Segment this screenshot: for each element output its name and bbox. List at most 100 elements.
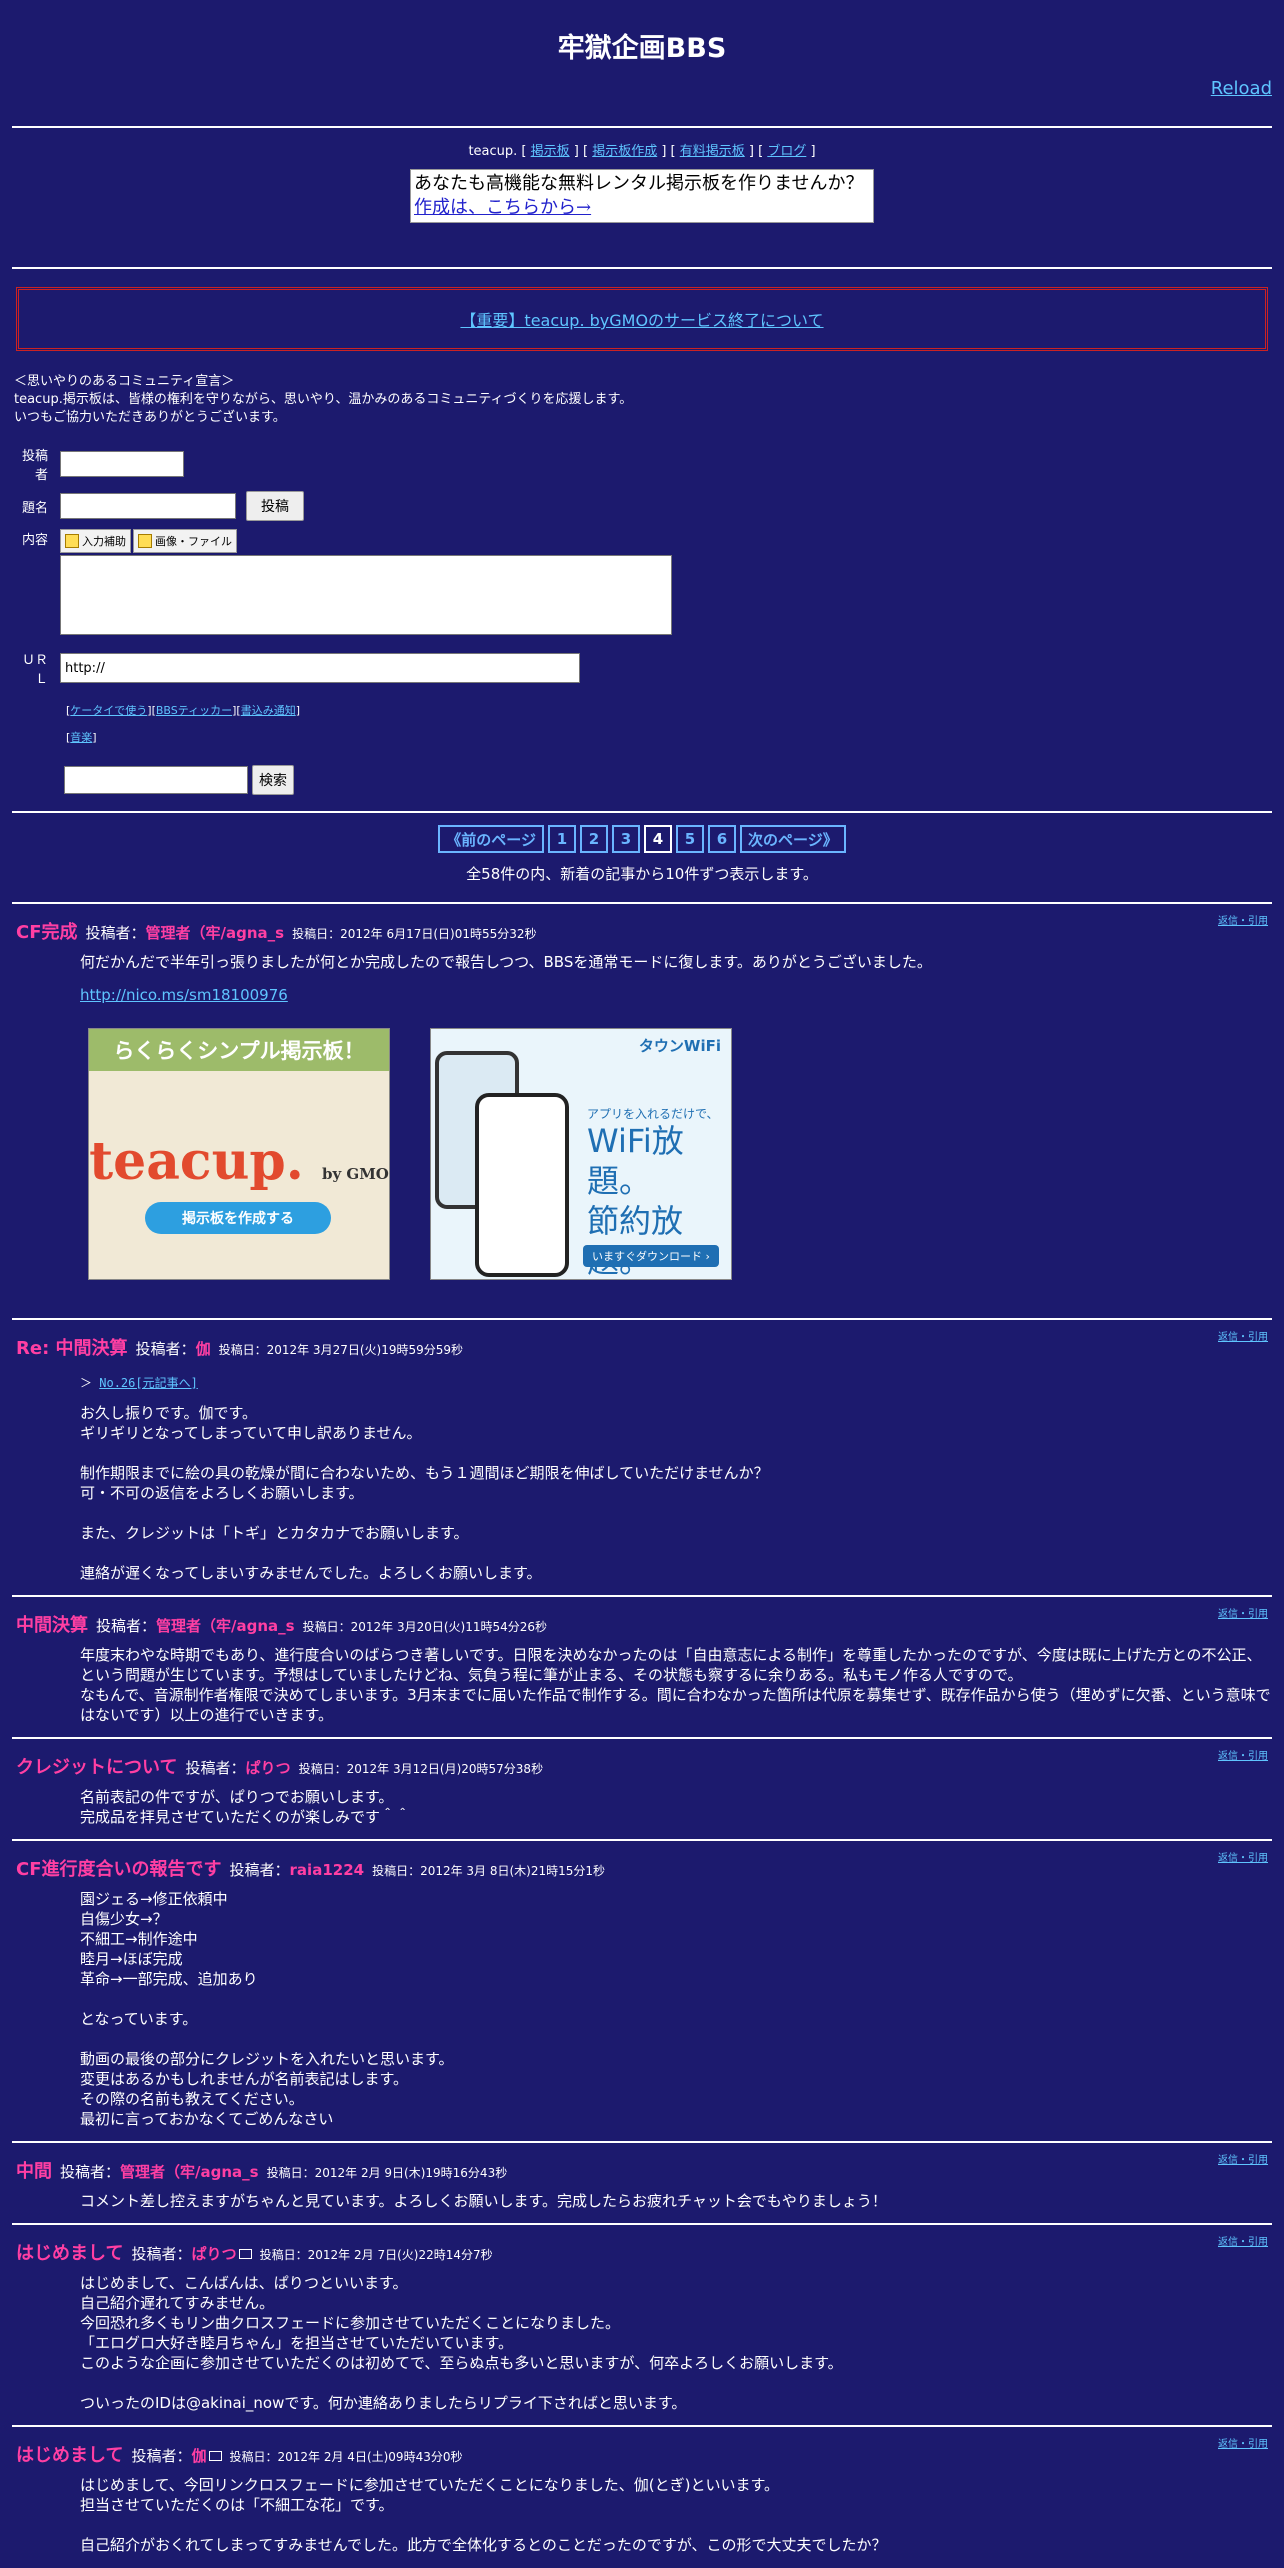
pagination: 《前のページ 1 2 3 4 5 6 次のページ》 [0,825,1284,853]
post-author: 管理者（牢/agna_s [145,924,285,942]
reply-quote-link[interactable]: 返信・引用 [1218,912,1268,927]
post-date: 投稿日：2012年 2月 7日(火)22時14分7秒 [259,2248,493,2262]
post-title: CF完成 [16,922,78,943]
reply-quote-link[interactable]: 返信・引用 [1218,1849,1268,1864]
ad-box: あなたも高機能な無料レンタル掲示板を作りませんか？ 作成は、こちらから→ [410,169,874,223]
post-author[interactable]: ぱりつ [191,2245,236,2263]
name-label: 投稿者 [21,449,48,483]
post-date: 投稿日：2012年 2月 4日(土)09時43分0秒 [229,2450,463,2464]
divider [12,267,1272,269]
reply-quote-link[interactable]: 返信・引用 [1218,1747,1268,1762]
post: 返信・引用 CF進行度合いの報告です 投稿者：raia1224 投稿日：2012… [12,1839,1272,2141]
post-body: はじめまして、こんばんは、ぱりつといいます。 自己紹介遅れてすみません。 今回恐… [80,2274,843,2412]
search-button[interactable]: 検索 [252,765,294,795]
mail-icon[interactable] [208,2451,222,2461]
ad-banners: らくらくシンプル掲示板！ teacup. by GMO 掲示板を作成する タウン… [88,1028,1272,1280]
original-post-link[interactable]: No.26[元記事へ] [99,1376,198,1390]
reply-quote-link[interactable]: 返信・引用 [1218,2435,1268,2450]
page-2-link[interactable]: 2 [580,825,608,853]
page-title: 牢獄企画BBS [557,33,727,64]
post-body: 園ジェる→修正依頼中 自傷少女→？ 不細工→制作途中 睦月→ほぼ完成 革命→一部… [80,1890,454,2128]
page-5-link[interactable]: 5 [676,825,704,853]
ad-line1: あなたも高機能な無料レンタル掲示板を作りませんか？ [414,173,864,194]
post-author: 伽 [195,1340,211,1358]
post-date: 投稿日：2012年 3月20日(火)11時54分26秒 [302,1620,548,1634]
post-author: raia1224 [289,1861,365,1879]
music-link[interactable]: 音楽 [70,731,92,744]
page-6-link[interactable]: 6 [708,825,736,853]
reply-quote-link[interactable]: 返信・引用 [1218,2151,1268,2166]
post-body: お久し振りです。伽です。 ギリギリとなってしまっていて申し訳ありません。 制作期… [80,1404,769,1582]
page-3-link[interactable]: 3 [612,825,640,853]
post-title: クレジットについて [16,1757,178,1778]
post-author[interactable]: 伽 [191,2447,206,2465]
post-link[interactable]: http://nico.ms/sm18100976 [80,986,288,1004]
helper-icon [65,534,79,548]
ticker-link[interactable]: BBSティッカー [156,704,232,717]
post-body: 名前表記の件ですが、ぱりつでお願いします。 完成品を拝見させていただくのが楽しみ… [80,1788,411,1826]
post-body: コメント差し控えますがちゃんと見ています。よろしくお願いします。完成したらお疲れ… [80,2192,887,2210]
post-author: 管理者（牢/agna_s [120,2163,259,2181]
result-summary: 全58件の内、新着の記事から10件ずつ表示します。 [466,865,818,883]
link-paid-bbs[interactable]: 有料掲示板 [680,144,745,159]
form-links: [ケータイで使う][BBSティッカー][書込み通知] [音楽] [66,704,301,744]
notice-box: 【重要】teacup. byGMOのサービス終了について [16,287,1268,351]
post-date: 投稿日：2012年 2月 9日(木)19時16分43秒 [266,2166,508,2180]
url-label: ＵＲＬ [21,653,48,687]
folder-icon [138,534,152,548]
page-1-link[interactable]: 1 [548,825,576,853]
subject-label: 題名 [21,500,48,516]
content-label: 内容 [21,533,48,548]
post: 返信・引用 中間決算 投稿者：管理者（牢/agna_s 投稿日：2012年 3月… [12,1595,1272,1737]
search-input[interactable] [64,766,248,794]
post-title: 中間 [16,2161,52,2182]
quote-ref: ＞ No.26[元記事へ] [80,1376,198,1390]
post-date: 投稿日：2012年 6月17日(日)01時55分32秒 [292,927,537,941]
post-form: 投稿者 題名 投稿 内容 入力補助画像・ファイル ＵＲＬ [ケータイで使う][B… [12,445,1284,795]
notice-link[interactable]: 【重要】teacup. byGMOのサービス終了について [460,307,823,331]
mail-icon[interactable] [238,2249,252,2259]
divider [12,811,1272,813]
next-page-link[interactable]: 次のページ》 [740,825,846,853]
post: 返信・引用 クレジットについて 投稿者：ぱりつ 投稿日：2012年 3月12日(… [12,1737,1272,1839]
post: 返信・引用 はじめまして 投稿者：伽 投稿日：2012年 2月 4日(土)09時… [12,2425,1272,2567]
post-author: 管理者（牢/agna_s [156,1617,295,1635]
post: 返信・引用 CF完成 投稿者：管理者（牢/agna_s 投稿日：2012年 6月… [12,902,1272,1318]
link-blog[interactable]: ブログ [767,144,806,159]
reply-quote-link[interactable]: 返信・引用 [1218,2233,1268,2248]
ad-create-link[interactable]: 作成は、こちらから→ [414,197,591,218]
phone-image [475,1093,569,1277]
reload-link[interactable]: Reload [1211,78,1272,99]
input-assist-button[interactable]: 入力補助 [60,529,131,553]
content-textarea[interactable] [60,555,672,635]
teacup-banner[interactable]: らくらくシンプル掲示板！ teacup. by GMO 掲示板を作成する [88,1028,390,1280]
name-input[interactable] [60,451,184,477]
current-page: 4 [644,825,672,853]
post-body: はじめまして、今回リンクロスフェードに参加させていただくことになりました、伽(と… [80,2476,887,2554]
post-title: 中間決算 [16,1615,88,1636]
reply-quote-link[interactable]: 返信・引用 [1218,1328,1268,1343]
link-bbs[interactable]: 掲示板 [531,144,570,159]
post-title: Re: 中間決算 [16,1338,128,1359]
post-title: はじめまして [16,2243,124,2264]
post-body: 年度末わやな時期でもあり、進行度合いのばらつき著しいです。日限を決めなかったのは… [80,1646,1271,1724]
subject-input[interactable] [60,493,236,519]
post-author: ぱりつ [245,1759,291,1777]
image-file-button[interactable]: 画像・ファイル [133,529,237,553]
reply-quote-link[interactable]: 返信・引用 [1218,1605,1268,1620]
post-title: はじめまして [16,2445,124,2466]
notify-link[interactable]: 書込み通知 [241,704,296,717]
url-input[interactable] [60,653,580,683]
post-body: 何だかんだで半年引っ張りましたが何とか完成したので報告しつつ、BBSを通常モード… [80,953,932,971]
post: 返信・引用 中間 投稿者：管理者（牢/agna_s 投稿日：2012年 2月 9… [12,2141,1272,2223]
post: 返信・引用 はじめまして 投稿者：ぱりつ 投稿日：2012年 2月 7日(火)2… [12,2223,1272,2425]
submit-button[interactable]: 投稿 [246,491,304,521]
prev-page-link[interactable]: 《前のページ [438,825,544,853]
post-date: 投稿日：2012年 3月27日(火)19時59分59秒 [218,1343,464,1357]
top-links: teacup. [ 掲示板 ] [ 掲示板作成 ] [ 有料掲示板 ] [ ブロ… [468,144,816,159]
link-create-bbs[interactable]: 掲示板作成 [592,144,657,159]
post-date: 投稿日：2012年 3月 8日(木)21時15分1秒 [372,1864,606,1878]
townwifi-banner[interactable]: タウンWiFi アプリを入れるだけで、 WiFi放題。節約放題。 いますぐダウン… [430,1028,732,1280]
mobile-link[interactable]: ケータイで使う [70,704,147,717]
post-title: CF進行度合いの報告です [16,1859,222,1880]
